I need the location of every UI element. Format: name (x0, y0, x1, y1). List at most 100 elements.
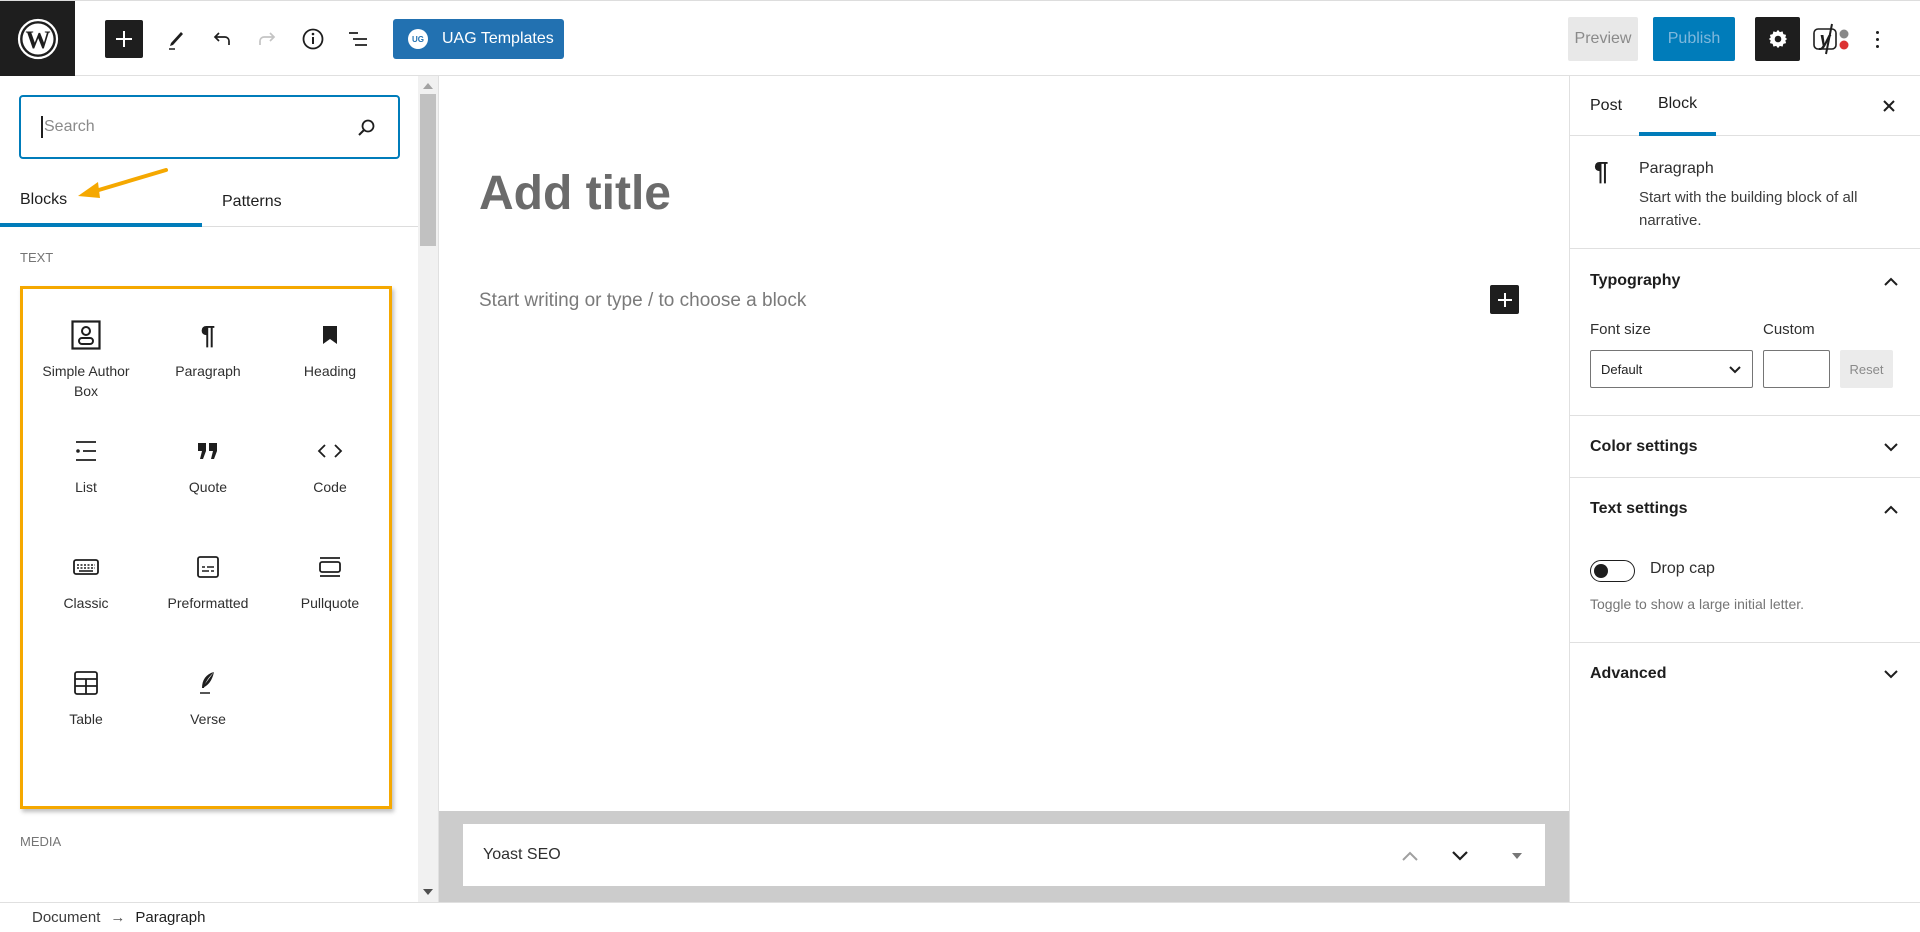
breadcrumb-paragraph: Paragraph (135, 909, 206, 926)
redo-icon (259, 32, 276, 45)
yoast-seo-metabox[interactable]: Yoast SEO (463, 824, 1545, 886)
gear-icon (1768, 29, 1787, 49)
author-box-icon (71, 319, 101, 351)
move-down-button[interactable] (1448, 844, 1472, 868)
block-preformatted[interactable]: Preformatted (147, 539, 269, 655)
move-up-button[interactable] (1398, 844, 1422, 868)
block-label: Simple Author Box (42, 363, 130, 399)
paragraph-placeholder[interactable]: Start writing or type / to choose a bloc… (479, 290, 806, 312)
color-settings-toggle[interactable]: Color settings (1590, 438, 1698, 456)
custom-font-size-input[interactable] (1763, 350, 1830, 388)
block-list[interactable]: List (25, 423, 147, 539)
block-heading[interactable]: Heading (269, 307, 391, 423)
drop-cap-help-text: Toggle to show a large initial letter. (1590, 596, 1805, 612)
inserter-scrollbar[interactable] (418, 76, 438, 902)
chevron-down-icon[interactable] (1881, 437, 1901, 457)
block-search-input[interactable] (44, 118, 344, 136)
uag-logo-icon: UG (408, 29, 428, 49)
plus-icon (116, 31, 132, 47)
quote-icon (197, 435, 219, 467)
reset-button[interactable]: Reset (1840, 350, 1893, 388)
annotation-arrow-icon (78, 168, 168, 198)
uag-templates-button[interactable]: UG UAG Templates (393, 19, 564, 59)
tools-button[interactable] (157, 20, 195, 58)
list-icon (75, 435, 97, 467)
more-options-button[interactable] (1864, 21, 1890, 57)
chevron-up-icon (1402, 851, 1418, 861)
font-size-select[interactable]: Default (1590, 350, 1753, 388)
block-label: Code (313, 479, 347, 495)
more-vertical-icon (1875, 30, 1879, 34)
block-label: Classic (63, 595, 109, 611)
close-icon (1883, 100, 1895, 112)
tab-post[interactable]: Post (1590, 76, 1622, 136)
tab-patterns[interactable]: Patterns (202, 176, 418, 227)
pencil-icon (169, 32, 183, 50)
metaboxes-area: Yoast SEO (439, 811, 1569, 902)
scroll-up-arrow-icon[interactable] (423, 83, 433, 89)
block-paragraph[interactable]: ¶ Paragraph (147, 307, 269, 423)
block-label: Paragraph (175, 363, 241, 379)
info-icon (302, 28, 324, 50)
block-label: Pullquote (300, 595, 360, 611)
block-label: Heading (303, 363, 357, 379)
verse-feather-icon (198, 667, 218, 699)
block-label: Preformatted (167, 595, 249, 611)
inline-add-block-button[interactable] (1490, 285, 1519, 314)
block-quote[interactable]: Quote (147, 423, 269, 539)
block-code[interactable]: Code (269, 423, 391, 539)
preformatted-icon (197, 551, 219, 583)
post-title-input[interactable]: Add title (479, 166, 671, 221)
advanced-toggle[interactable]: Advanced (1590, 665, 1666, 683)
yoast-button[interactable]: y (1812, 21, 1852, 57)
block-search[interactable] (19, 95, 400, 159)
font-size-value: Default (1601, 361, 1643, 377)
drop-cap-toggle[interactable] (1590, 560, 1635, 582)
text-settings-panel: Text settings Drop cap Toggle to show a … (1570, 478, 1920, 643)
settings-sidebar: Post Block ¶ Paragraph Start with the bu… (1569, 76, 1920, 902)
category-text-label: TEXT (20, 250, 54, 265)
list-view-button[interactable] (339, 20, 377, 58)
breadcrumb-document[interactable]: Document (32, 909, 100, 926)
chevron-up-icon[interactable] (1881, 499, 1901, 519)
custom-size-label: Custom (1763, 321, 1815, 338)
settings-button[interactable] (1755, 17, 1800, 61)
tab-block[interactable]: Block (1639, 76, 1716, 136)
list-view-icon (349, 32, 367, 46)
redo-button[interactable] (248, 20, 286, 58)
preview-button[interactable]: Preview (1568, 17, 1638, 61)
typography-panel-toggle[interactable]: Typography (1590, 272, 1680, 290)
inserter-toggle-button[interactable] (105, 20, 143, 58)
paragraph-icon: ¶ (200, 319, 216, 350)
sidebar-tabs: Post Block (1570, 76, 1920, 136)
scroll-down-arrow-icon[interactable] (423, 889, 433, 895)
block-classic[interactable]: Classic (25, 539, 147, 655)
block-table[interactable]: Table (25, 655, 147, 771)
block-card-description: Start with the building block of all nar… (1639, 189, 1858, 229)
editor-canvas: Add title Start writing or type / to cho… (439, 76, 1569, 902)
chevron-down-icon (1452, 851, 1468, 861)
wordpress-logo-button[interactable]: W (0, 1, 75, 76)
toggle-knob (1594, 564, 1608, 578)
search-icon (358, 119, 375, 136)
scrollbar-thumb[interactable] (420, 94, 436, 246)
block-card: ¶ Paragraph Start with the building bloc… (1570, 136, 1920, 249)
block-simple-author-box[interactable]: Simple Author Box (25, 307, 147, 423)
text-settings-toggle[interactable]: Text settings (1590, 500, 1688, 518)
block-pullquote[interactable]: Pullquote (269, 539, 391, 655)
heading-bookmark-icon (322, 319, 338, 351)
block-breadcrumb: Document → Paragraph (0, 902, 1920, 932)
keyboard-icon (73, 551, 99, 583)
chevron-down-icon[interactable] (1881, 664, 1901, 684)
editor-header: W UG UAG Templates Preview Publish y (0, 0, 1920, 76)
close-sidebar-button[interactable] (1877, 94, 1901, 118)
details-button[interactable] (294, 20, 332, 58)
publish-button[interactable]: Publish (1653, 17, 1735, 61)
block-verse[interactable]: Verse (147, 655, 269, 771)
chevron-up-icon[interactable] (1881, 271, 1901, 291)
toggle-panel-button[interactable] (1505, 844, 1529, 868)
block-label: List (75, 479, 97, 495)
undo-button[interactable] (203, 20, 241, 58)
chevron-down-icon (1729, 366, 1741, 374)
text-blocks-grid: Simple Author Box ¶ Paragraph Heading Li… (20, 286, 392, 809)
